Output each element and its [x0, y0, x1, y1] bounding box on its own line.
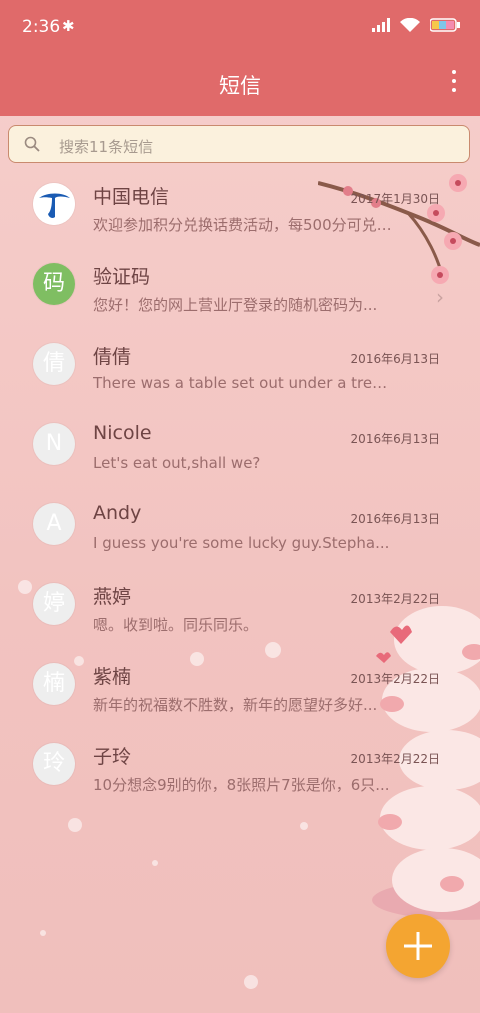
message-preview: 新年的祝福数不胜数，新年的愿望好多好...: [93, 696, 378, 714]
wifi-icon: [400, 18, 420, 32]
plus-icon: [404, 932, 432, 960]
search-input[interactable]: 搜索11条短信: [8, 125, 470, 163]
message-date: 2016年6月13日: [350, 512, 440, 526]
contact-name: 验证码: [93, 266, 151, 288]
message-preview: I guess you're some lucky guy.Stepha...: [93, 534, 390, 552]
app-bar: 短信: [0, 52, 480, 116]
battery-icon: [430, 18, 460, 32]
message-date: 2013年2月22日: [350, 752, 440, 766]
conversation-row[interactable]: 玲 子玲 10分想念9别的你，8张照片7张是你，6只... 2013年2月22日: [0, 725, 480, 805]
more-vert-icon[interactable]: [450, 70, 458, 96]
contact-name: 中国电信: [93, 186, 170, 208]
message-preview: 嗯。收到啦。同乐同乐。: [93, 616, 259, 634]
conversation-row[interactable]: 婷 燕婷 嗯。收到啦。同乐同乐。 2013年2月22日: [0, 565, 480, 645]
status-bar: 2:36 ✱: [0, 0, 480, 52]
search-icon: [24, 136, 40, 152]
message-preview: 欢迎参加积分兑换话费活动，每500分可兑换...: [93, 216, 393, 234]
message-date: 2017年1月30日: [350, 192, 440, 206]
decor-dot: [68, 818, 82, 832]
conversation-row[interactable]: A Andy I guess you're some lucky guy.Ste…: [0, 485, 480, 565]
conversation-row[interactable]: 中国电信 欢迎参加积分兑换话费活动，每500分可兑换... 2017年1月30日: [0, 165, 480, 245]
avatar: 玲: [33, 743, 75, 785]
status-time: 2:36: [22, 17, 61, 37]
signal-icon: [372, 18, 390, 32]
message-preview: Let's eat out,shall we?: [93, 454, 261, 472]
decor-dot: [152, 860, 158, 866]
message-date: 2016年6月13日: [350, 432, 440, 446]
chevron-right-icon: ›: [436, 285, 444, 309]
page-title: 短信: [219, 74, 261, 98]
message-preview: 您好！您的网上营业厅登录的随机密码为...: [93, 296, 378, 314]
new-message-button[interactable]: [386, 914, 450, 978]
avatar: N: [33, 423, 75, 465]
avatar: 倩: [33, 343, 75, 385]
decor-dot: [40, 930, 46, 936]
conversation-row[interactable]: 楠 紫楠 新年的祝福数不胜数，新年的愿望好多好... 2013年2月22日: [0, 645, 480, 725]
decor-dot: [244, 975, 258, 989]
avatar: 楠: [33, 663, 75, 705]
avatar: 码: [33, 263, 75, 305]
conversation-row[interactable]: N Nicole Let's eat out,shall we? 2016年6月…: [0, 405, 480, 485]
contact-name: Andy: [93, 502, 142, 524]
avatar-telecom-logo: [33, 183, 75, 225]
message-preview: 10分想念9别的你，8张照片7张是你，6只...: [93, 776, 390, 794]
contact-name: 燕婷: [93, 586, 132, 608]
status-icons: [372, 18, 460, 32]
avatar: 婷: [33, 583, 75, 625]
message-preview: There was a table set out under a tree i…: [93, 374, 393, 392]
search-placeholder: 搜索11条短信: [59, 138, 154, 156]
message-date: 2016年6月13日: [350, 352, 440, 366]
telecom-logo-icon: [33, 183, 75, 225]
contact-name: 子玲: [93, 746, 132, 768]
contact-name: 倩倩: [93, 346, 132, 368]
conversation-row[interactable]: 码 验证码 您好！您的网上营业厅登录的随机密码为... ›: [0, 245, 480, 325]
contact-name: 紫楠: [93, 666, 132, 688]
contact-name: Nicole: [93, 422, 152, 444]
avatar: A: [33, 503, 75, 545]
message-date: 2013年2月22日: [350, 672, 440, 686]
decor-dot: [300, 822, 308, 830]
bluetooth-icon: ✱: [62, 17, 75, 35]
message-date: 2013年2月22日: [350, 592, 440, 606]
conversation-row[interactable]: 倩 倩倩 There was a table set out under a t…: [0, 325, 480, 405]
